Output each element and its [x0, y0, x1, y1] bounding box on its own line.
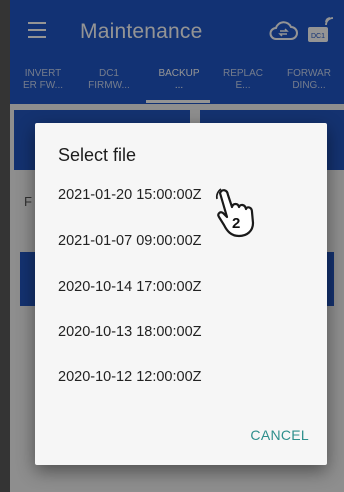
cancel-button[interactable]: CANCEL — [250, 427, 309, 443]
file-item[interactable]: 2020-10-14 17:00:00Z — [58, 275, 298, 299]
step-number-callout: 2 — [232, 215, 240, 232]
file-item[interactable]: 2020-10-12 12:00:00Z — [58, 365, 298, 389]
tap-hand-icon: 2 — [215, 188, 255, 238]
select-file-dialog: Select file 2021-01-20 15:00:00Z 2021-01… — [35, 123, 327, 465]
file-item[interactable]: 2020-10-13 18:00:00Z — [58, 320, 298, 344]
dialog-title: Select file — [58, 145, 137, 165]
